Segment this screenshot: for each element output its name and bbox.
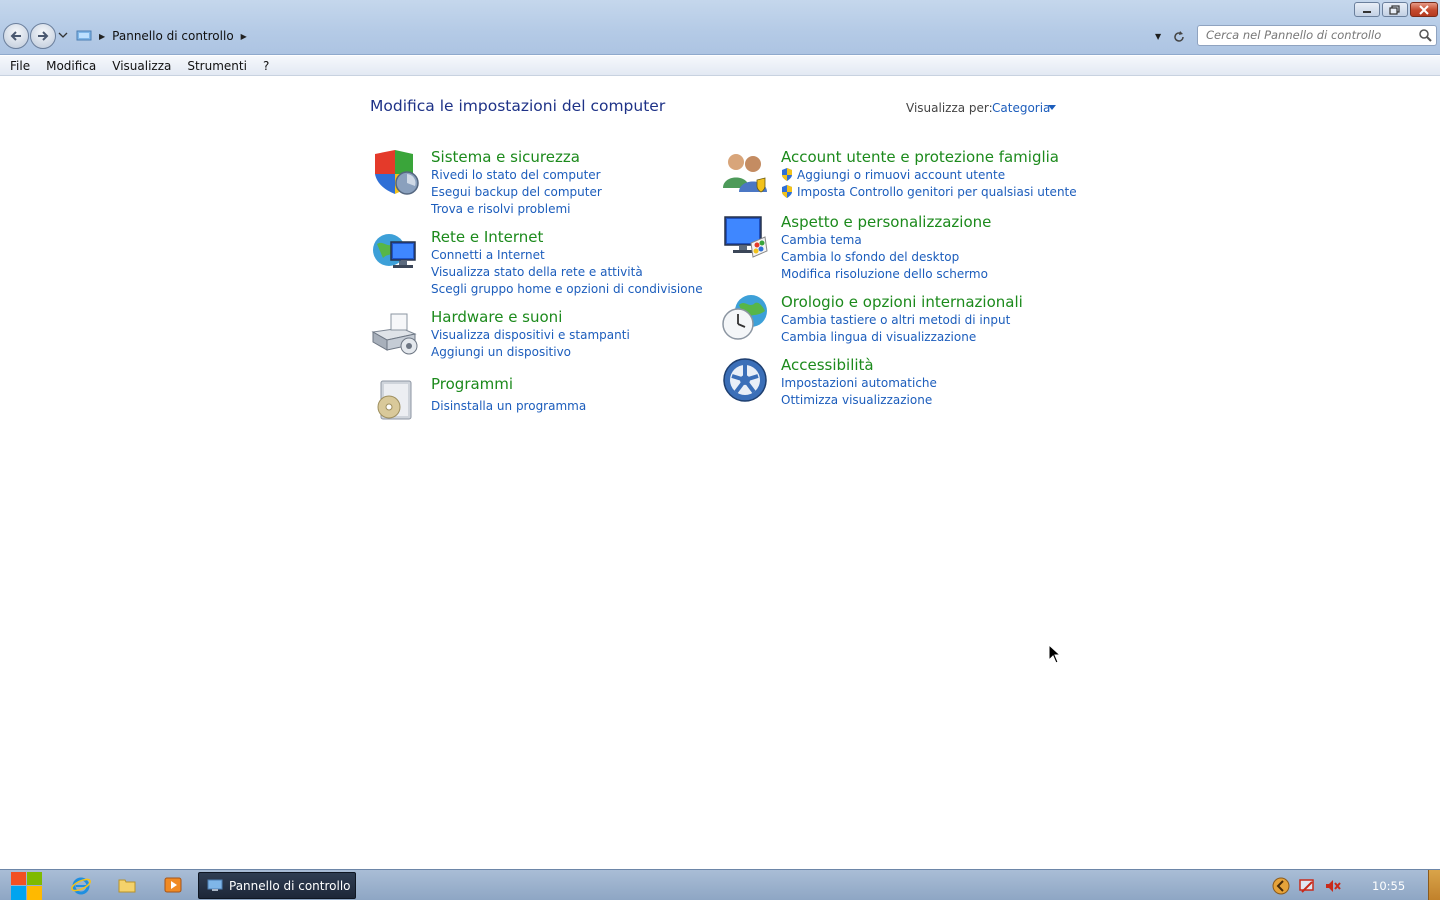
clock-region-icon[interactable] <box>721 293 769 341</box>
minimize-button[interactable] <box>1354 2 1380 17</box>
forward-arrow-icon <box>38 31 49 41</box>
category-title[interactable]: Accessibilità <box>781 356 874 374</box>
close-button[interactable] <box>1410 2 1438 17</box>
link-change-background[interactable]: Cambia lo sfondo del desktop <box>781 249 988 266</box>
window-controls <box>1354 2 1438 17</box>
clock[interactable]: 10:55 <box>1372 879 1405 893</box>
refresh-icon <box>1174 31 1184 42</box>
category-title[interactable]: Hardware e suoni <box>431 308 562 326</box>
show-desktop-button[interactable] <box>1428 870 1440 900</box>
internet-explorer-icon <box>71 877 91 895</box>
link-connect-internet[interactable]: Connetti a Internet <box>431 247 703 264</box>
category-title[interactable]: Sistema e sicurezza <box>431 148 580 166</box>
forward-button[interactable] <box>30 23 56 49</box>
hardware-sound-icon[interactable] <box>371 308 419 356</box>
control-panel-icon <box>76 30 92 41</box>
link-backup[interactable]: Esegui backup del computer <box>431 184 602 201</box>
search-placeholder: Cerca nel Pannello di controllo <box>1206 28 1382 42</box>
media-player-icon <box>164 877 182 893</box>
category-title[interactable]: Rete e Internet <box>431 228 543 246</box>
link-keyboards-input[interactable]: Cambia tastiere o altri metodi di input <box>781 312 1010 329</box>
category-title[interactable]: Programmi <box>431 375 513 393</box>
control-panel-task-button[interactable]: Pannello di controllo <box>198 872 356 899</box>
chevron-right-icon[interactable]: ▶ <box>99 32 105 41</box>
minimize-icon <box>1363 10 1371 13</box>
viewby-dropdown[interactable]: Categoria <box>992 101 1050 115</box>
link-optimize-display[interactable]: Ottimizza visualizzazione <box>781 392 937 409</box>
back-button[interactable] <box>3 23 29 49</box>
menu-help[interactable]: ? <box>255 59 277 73</box>
link-add-remove-accounts[interactable]: Aggiungi o rimuovi account utente <box>781 167 1077 184</box>
back-arrow-icon <box>10 31 21 41</box>
ie-taskbar-button[interactable] <box>70 875 92 895</box>
link-display-language[interactable]: Cambia lingua di visualizzazione <box>781 329 1010 346</box>
address-bar[interactable]: ▶ Pannello di controllo ▶ ▼ <box>72 23 1166 49</box>
chevron-right-icon[interactable]: ▶ <box>241 32 247 41</box>
menu-strumenti[interactable]: Strumenti <box>179 59 255 73</box>
accessibility-icon[interactable] <box>721 356 769 404</box>
link-troubleshoot[interactable]: Trova e risolvi problemi <box>431 201 602 218</box>
chevron-down-icon[interactable] <box>1048 105 1056 110</box>
tray-arrow-icon[interactable] <box>1272 877 1290 895</box>
start-button[interactable] <box>8 871 48 900</box>
system-security-icon[interactable] <box>371 148 419 196</box>
category-title[interactable]: Aspetto e personalizzazione <box>781 213 991 231</box>
link-network-status[interactable]: Visualizza stato della rete e attività <box>431 264 703 281</box>
menu-file[interactable]: File <box>0 59 38 73</box>
link-auto-settings[interactable]: Impostazioni automatiche <box>781 375 937 392</box>
user-accounts-icon[interactable] <box>721 148 769 196</box>
search-icon[interactable] <box>1418 28 1432 42</box>
history-dropdown-icon[interactable] <box>58 32 68 38</box>
menu-visualizza[interactable]: Visualizza <box>104 59 179 73</box>
link-devices-printers[interactable]: Visualizza dispositivi e stampanti <box>431 327 630 344</box>
taskbar: Pannello di controllo 10:55 <box>0 869 1440 900</box>
link-change-resolution[interactable]: Modifica risoluzione dello schermo <box>781 266 988 283</box>
link-label: Aggiungi o rimuovi account utente <box>797 168 1006 182</box>
address-dropdown-icon[interactable]: ▼ <box>1155 32 1161 41</box>
category-title[interactable]: Account utente e protezione famiglia <box>781 148 1059 166</box>
page-title: Modifica le impostazioni del computer <box>370 97 666 115</box>
restore-button[interactable] <box>1382 2 1408 17</box>
uac-shield-icon <box>782 168 792 181</box>
link-label: Imposta Controllo genitori per qualsiasi… <box>797 185 1077 199</box>
volume-muted-icon[interactable] <box>1324 878 1342 894</box>
folder-icon <box>118 879 136 893</box>
programs-icon[interactable] <box>371 375 419 423</box>
network-internet-icon[interactable] <box>371 228 419 276</box>
viewby-label: Visualizza per: <box>906 101 993 115</box>
category-title[interactable]: Orologio e opzioni internazionali <box>781 293 1023 311</box>
link-change-theme[interactable]: Cambia tema <box>781 232 988 249</box>
link-homegroup[interactable]: Scegli gruppo home e opzioni di condivis… <box>431 281 703 298</box>
restore-icon <box>1389 4 1400 15</box>
link-uninstall-program[interactable]: Disinstalla un programma <box>431 398 586 415</box>
task-label: Pannello di controllo <box>229 878 351 893</box>
link-parental-controls[interactable]: Imposta Controllo genitori per qualsiasi… <box>781 184 1077 201</box>
system-tray <box>1272 877 1342 895</box>
appearance-icon[interactable] <box>721 213 769 261</box>
explorer-taskbar-button[interactable] <box>116 875 138 895</box>
control-panel-icon <box>207 879 223 891</box>
breadcrumb-control-panel[interactable]: Pannello di controllo <box>112 29 234 43</box>
search-input[interactable]: Cerca nel Pannello di controllo <box>1197 25 1437 46</box>
refresh-button[interactable] <box>1170 28 1188 46</box>
action-center-icon[interactable] <box>1298 878 1316 894</box>
media-player-taskbar-button[interactable] <box>162 875 184 895</box>
close-icon <box>1419 4 1429 15</box>
menu-bar: File Modifica Visualizza Strumenti ? <box>0 56 1440 76</box>
mouse-cursor-icon <box>1048 644 1062 664</box>
link-review-status[interactable]: Rivedi lo stato del computer <box>431 167 602 184</box>
link-add-device[interactable]: Aggiungi un dispositivo <box>431 344 630 361</box>
uac-shield-icon <box>782 185 792 198</box>
window-titlebar: ▶ Pannello di controllo ▶ ▼ Cerca nel Pa… <box>0 0 1440 55</box>
menu-modifica[interactable]: Modifica <box>38 59 104 73</box>
